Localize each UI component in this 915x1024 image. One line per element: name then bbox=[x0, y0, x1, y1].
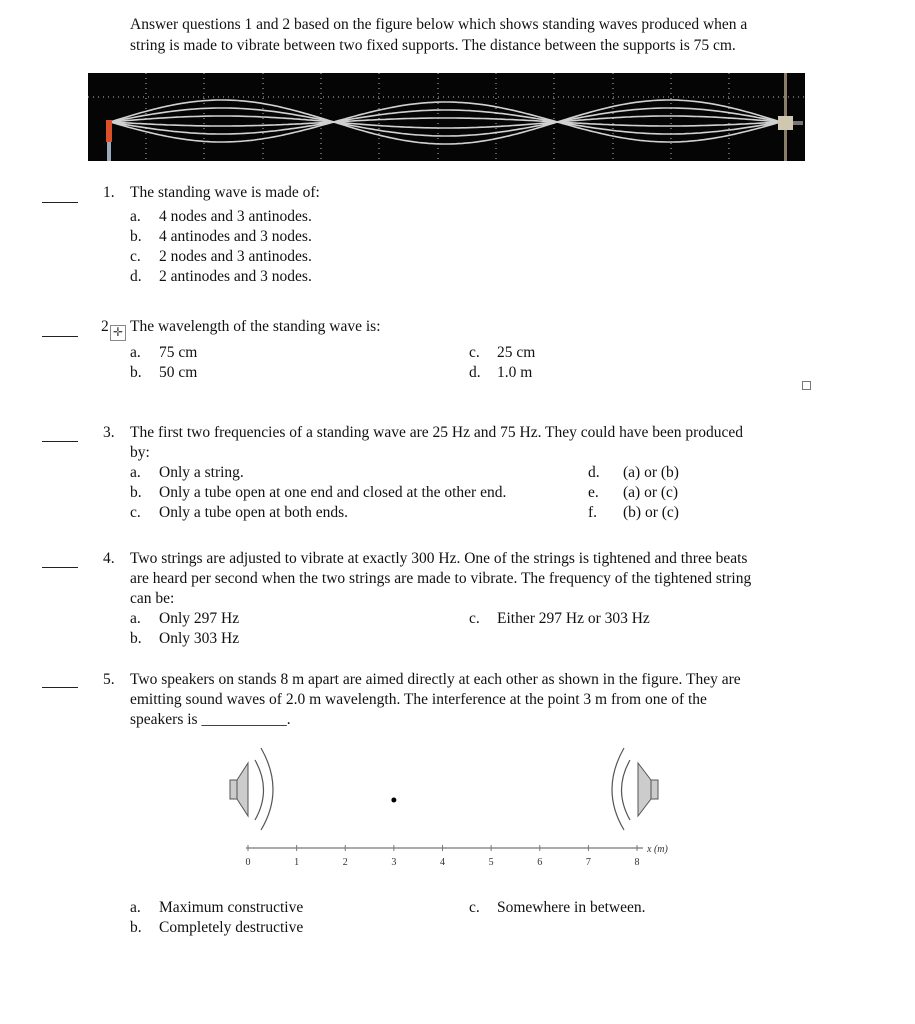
q4-option-a-letter: a. bbox=[130, 610, 141, 627]
question-5-line-1: Two speakers on stands 8 m apart are aim… bbox=[130, 671, 741, 688]
q3-option-a-letter: a. bbox=[130, 464, 141, 481]
q3-option-f: (b) or (c) bbox=[623, 504, 679, 521]
q4-option-b: Only 303 Hz bbox=[159, 630, 240, 647]
intro-line-1: Answer questions 1 and 2 based on the fi… bbox=[130, 16, 748, 33]
question-4-line-1: Two strings are adjusted to vibrate at e… bbox=[130, 550, 748, 567]
q1-option-a-letter: a. bbox=[130, 208, 141, 225]
q5-option-b: Completely destructive bbox=[159, 919, 304, 936]
intro-text: Answer questions 1 and 2 based on the fi… bbox=[130, 14, 840, 56]
question-4-line-2: are heard per second when the two string… bbox=[130, 570, 752, 587]
q2-option-d-letter: d. bbox=[469, 364, 481, 381]
intro-line-2: string is made to vibrate between two fi… bbox=[130, 37, 736, 54]
x-axis: 0 1 2 3 4 5 6 7 8 bbox=[246, 845, 643, 868]
q1-option-c: 2 nodes and 3 antinodes. bbox=[159, 248, 312, 265]
q3-option-e: (a) or (c) bbox=[623, 484, 679, 501]
speakers-svg: 0 1 2 3 4 5 6 7 8 x (m) bbox=[229, 747, 668, 868]
axis-tick-label: 4 bbox=[440, 857, 445, 868]
question-1-number: 1. bbox=[103, 184, 115, 201]
q2-option-b: 50 cm bbox=[159, 364, 198, 381]
question-3-line-2: by: bbox=[130, 444, 150, 461]
q1-option-a: 4 nodes and 3 antinodes. bbox=[159, 208, 312, 225]
q5-option-c: Somewhere in between. bbox=[497, 899, 646, 916]
q4-option-c: Either 297 Hz or 303 Hz bbox=[497, 610, 650, 627]
q2-option-a-letter: a. bbox=[130, 344, 141, 361]
question-4-number: 4. bbox=[103, 550, 115, 567]
q3-option-d: (a) or (b) bbox=[623, 464, 679, 481]
answer-blank-4[interactable] bbox=[42, 567, 78, 568]
q3-option-b-letter: b. bbox=[130, 484, 142, 501]
standing-wave-figure bbox=[88, 73, 805, 161]
wave-trace bbox=[109, 109, 782, 135]
answer-blank-1[interactable] bbox=[42, 202, 78, 203]
standing-wave-svg bbox=[88, 73, 805, 161]
q4-option-a: Only 297 Hz bbox=[159, 610, 240, 627]
wave-trace bbox=[109, 107, 782, 137]
q2-option-b-letter: b. bbox=[130, 364, 142, 381]
axis-tick-label: 0 bbox=[246, 857, 251, 868]
axis-tick-label: 5 bbox=[489, 857, 494, 868]
left-speaker-icon bbox=[229, 747, 274, 831]
wave-trace bbox=[109, 99, 782, 145]
q5-option-b-letter: b. bbox=[130, 919, 142, 936]
q5-option-a: Maximum constructive bbox=[159, 899, 304, 916]
answer-blank-5[interactable] bbox=[42, 687, 78, 688]
answer-blank-3[interactable] bbox=[42, 441, 78, 442]
q2-option-c: 25 cm bbox=[497, 344, 536, 361]
move-icon[interactable]: ✛ bbox=[110, 325, 126, 341]
q2-option-d: 1.0 m bbox=[497, 364, 533, 381]
q2-option-c-letter: c. bbox=[469, 344, 480, 361]
point-marker bbox=[391, 797, 397, 803]
question-1-text: The standing wave is made of: bbox=[130, 184, 320, 201]
q5-option-a-letter: a. bbox=[130, 899, 141, 916]
answer-blank-2[interactable] bbox=[42, 336, 78, 337]
question-5-number: 5. bbox=[103, 671, 115, 688]
question-4-line-3: can be: bbox=[130, 590, 175, 607]
q1-option-b-letter: b. bbox=[130, 228, 142, 245]
axis-tick-label: 3 bbox=[391, 857, 396, 868]
question-5-line-3: speakers is ___________. bbox=[130, 711, 291, 728]
q3-option-c-letter: c. bbox=[130, 504, 141, 521]
q3-option-d-letter: d. bbox=[588, 464, 600, 481]
q1-option-c-letter: c. bbox=[130, 248, 141, 265]
q1-option-b: 4 antinodes and 3 nodes. bbox=[159, 228, 312, 245]
q2-option-a: 75 cm bbox=[159, 344, 198, 361]
question-5-line-2: emitting sound waves of 2.0 m wavelength… bbox=[130, 691, 707, 708]
q3-option-f-letter: f. bbox=[588, 504, 598, 521]
axis-tick-label: 2 bbox=[343, 857, 348, 868]
axis-label: x (m) bbox=[646, 844, 668, 855]
question-3-line-1: The first two frequencies of a standing … bbox=[130, 424, 744, 441]
anchor-box-icon[interactable] bbox=[802, 381, 811, 390]
question-3-number: 3. bbox=[103, 424, 115, 441]
q3-option-a: Only a string. bbox=[159, 464, 244, 481]
axis-tick-label: 8 bbox=[635, 857, 640, 868]
q4-option-b-letter: b. bbox=[130, 630, 142, 647]
question-2-number: 2 bbox=[101, 318, 109, 335]
q3-option-c: Only a tube open at both ends. bbox=[159, 504, 348, 521]
right-speaker-icon bbox=[611, 747, 659, 831]
question-2-text: The wavelength of the standing wave is: bbox=[130, 318, 381, 335]
q1-option-d: 2 antinodes and 3 nodes. bbox=[159, 268, 312, 285]
axis-tick-label: 1 bbox=[294, 857, 299, 868]
q4-option-c-letter: c. bbox=[469, 610, 480, 627]
q5-option-c-letter: c. bbox=[469, 899, 480, 916]
q1-option-d-letter: d. bbox=[130, 268, 142, 285]
wave-trace bbox=[109, 117, 782, 127]
axis-tick-label: 7 bbox=[586, 857, 591, 868]
q3-option-b: Only a tube open at one end and closed a… bbox=[159, 484, 507, 501]
left-support bbox=[106, 120, 112, 142]
axis-tick-label: 6 bbox=[537, 857, 542, 868]
speakers-figure: 0 1 2 3 4 5 6 7 8 x (m) bbox=[200, 740, 700, 885]
q3-option-e-letter: e. bbox=[588, 484, 599, 501]
